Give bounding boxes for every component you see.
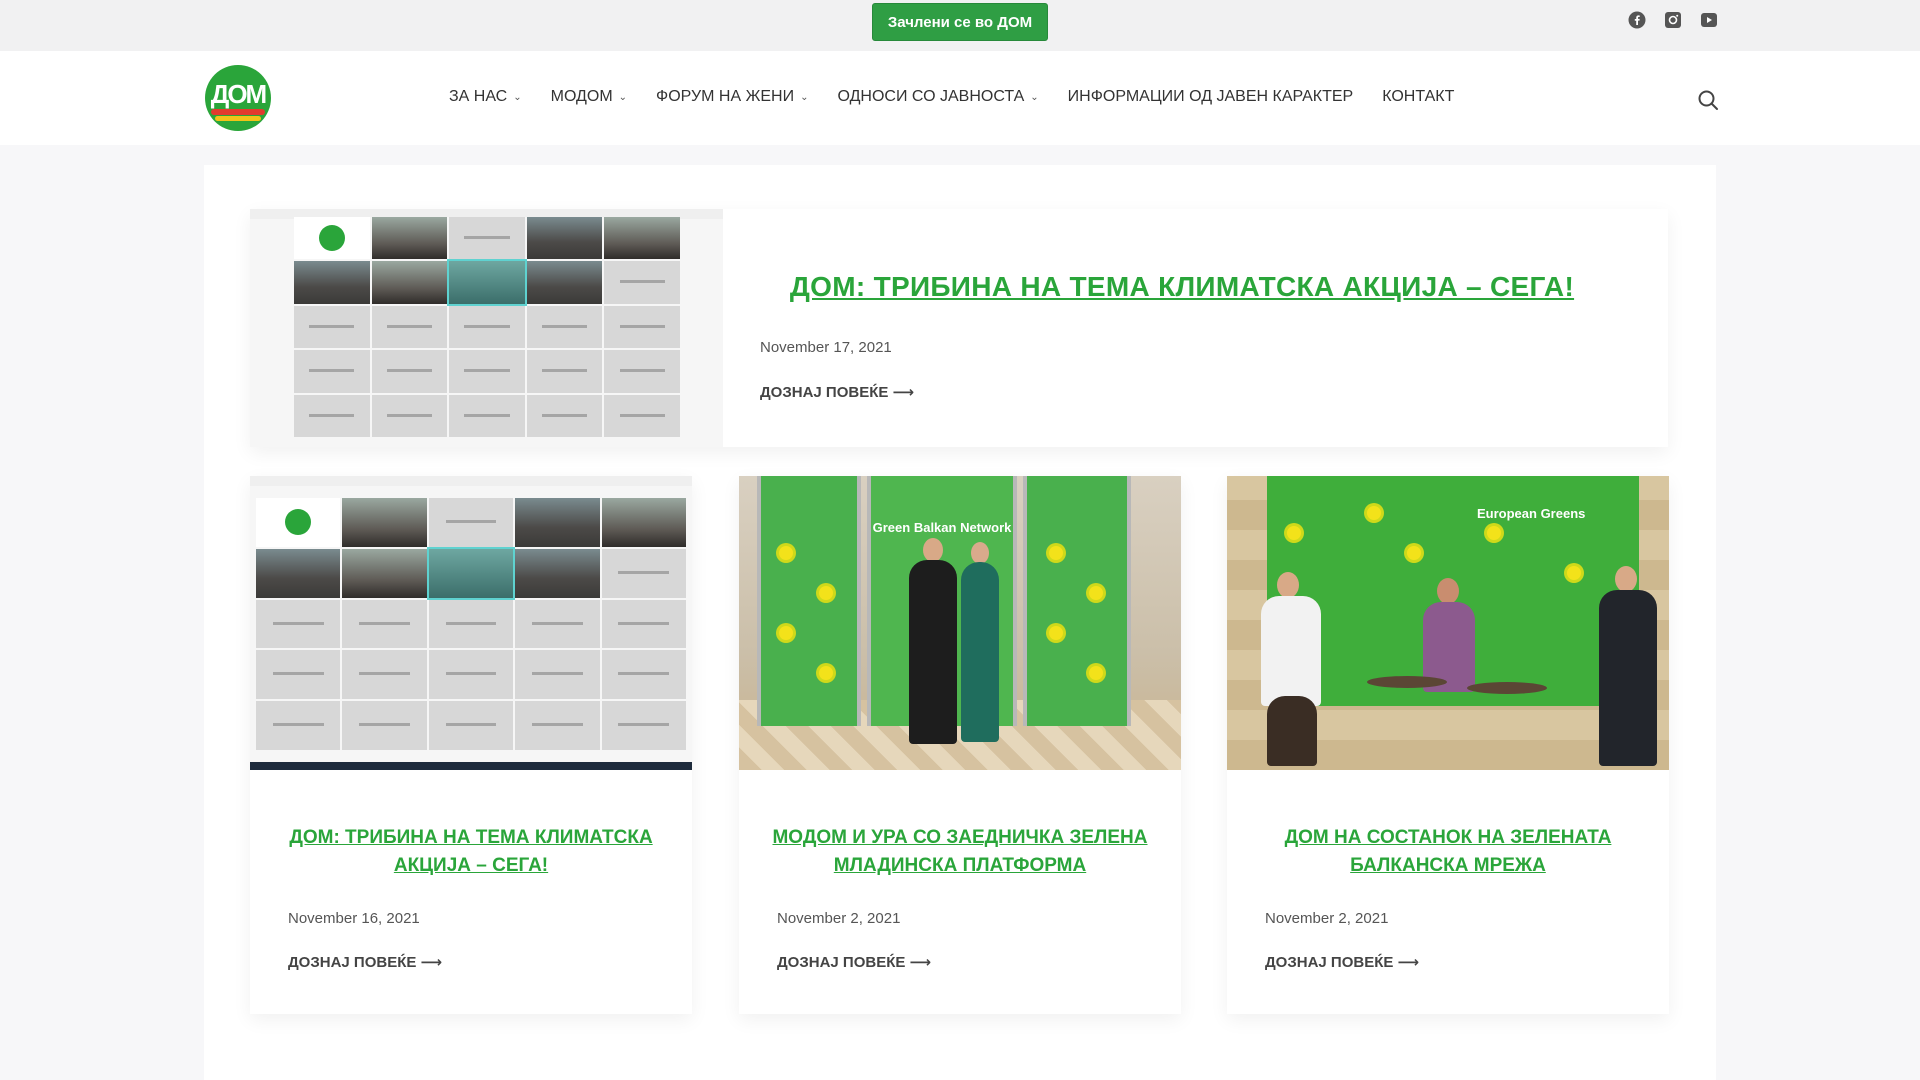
post-date: November 16, 2021 <box>288 910 420 927</box>
nav-item-label: ЗА НАС <box>449 88 508 105</box>
top-bar: Зачлени се во ДОМ <box>0 0 1920 51</box>
logo-red-stripe <box>211 109 265 115</box>
featured-post-image[interactable] <box>250 209 723 447</box>
post-card: European Greens ДОМ НА СОСТАНОК НА ЗЕЛЕН… <box>1227 476 1669 1014</box>
nav-item-label: КОНТАКТ <box>1382 88 1455 105</box>
read-more-link[interactable]: ДОЗНАЈ ПОВЕЌЕ ⟶ <box>1265 953 1419 971</box>
post-date: November 2, 2021 <box>777 910 901 927</box>
post-title[interactable]: ДОМ: ТРИБИНА НА ТЕМА КЛИМАТСКА АКЦИЈА – … <box>270 824 672 880</box>
social-links <box>1627 10 1719 30</box>
join-button[interactable]: Зачлени се во ДОМ <box>872 3 1048 41</box>
youtube-icon[interactable] <box>1699 10 1719 30</box>
nav-item-modom[interactable]: МОДОМ ⌄ <box>551 88 627 106</box>
chevron-down-icon: ⌄ <box>513 91 522 103</box>
zoom-meeting-screenshot <box>250 476 692 770</box>
photo-green-balkan-network: Green Balkan Network <box>739 476 1181 770</box>
read-more-link[interactable]: ДОЗНАЈ ПОВЕЌЕ ⟶ <box>288 953 442 971</box>
nav-item-public-info[interactable]: ИНФОРМАЦИИ ОД ЈАВЕН КАРАКТЕР <box>1068 88 1354 106</box>
chevron-down-icon: ⌄ <box>618 91 628 103</box>
search-icon[interactable] <box>1697 89 1719 111</box>
logo-yellow-stripe <box>215 116 261 121</box>
banner-text: Green Balkan Network <box>872 520 1012 535</box>
facebook-icon[interactable] <box>1627 10 1647 30</box>
logo-text: ДОМ <box>210 79 267 109</box>
post-card: Green Balkan Network МОДОМ И УРА СО ЗАЕД… <box>739 476 1181 1014</box>
featured-post-date: November 17, 2021 <box>760 339 892 356</box>
site-header: ДОМ ЗА НАС ⌄ МОДОМ ⌄ ФОРУМ НА ЖЕНИ ⌄ ОДН… <box>0 51 1920 145</box>
post-image[interactable]: Green Balkan Network <box>739 476 1181 770</box>
nav-item-about[interactable]: ЗА НАС ⌄ <box>449 88 522 106</box>
nav-item-label: ФОРУМ НА ЖЕНИ <box>656 88 795 105</box>
featured-post-title[interactable]: ДОМ: ТРИБИНА НА ТЕМА КЛИМАТСКА АКЦИЈА – … <box>762 271 1602 303</box>
post-date: November 2, 2021 <box>1265 910 1389 927</box>
zoom-meeting-screenshot <box>250 209 723 447</box>
chevron-down-icon: ⌄ <box>800 91 809 103</box>
nav-item-public-relations[interactable]: ОДНОСИ СО ЈАВНОСТА ⌄ <box>837 88 1038 106</box>
read-more-link[interactable]: ДОЗНАЈ ПОВЕЌЕ ⟶ <box>777 953 931 971</box>
featured-read-more-link[interactable]: ДОЗНАЈ ПОВЕЌЕ ⟶ <box>760 383 914 401</box>
nav-item-label: МОДОМ <box>550 88 613 105</box>
post-title[interactable]: ДОМ НА СОСТАНОК НА ЗЕЛЕНАТА БАЛКАНСКА МР… <box>1247 824 1649 880</box>
post-title[interactable]: МОДОМ И УРА СО ЗАЕДНИЧКА ЗЕЛЕНА МЛАДИНСК… <box>759 824 1161 880</box>
nav-item-label: ИНФОРМАЦИИ ОД ЈАВЕН КАРАКТЕР <box>1067 88 1354 105</box>
nav-item-contact[interactable]: КОНТАКТ <box>1382 88 1454 106</box>
nav-item-women-forum[interactable]: ФОРУМ НА ЖЕНИ ⌄ <box>656 88 808 106</box>
taskbar <box>250 762 692 770</box>
banner-text: European Greens <box>1477 506 1586 521</box>
chevron-down-icon: ⌄ <box>1030 91 1039 103</box>
site-logo[interactable]: ДОМ <box>205 65 271 131</box>
instagram-icon[interactable] <box>1663 10 1683 30</box>
post-image[interactable] <box>250 476 692 770</box>
featured-post: ДОМ: ТРИБИНА НА ТЕМА КЛИМАТСКА АКЦИЈА – … <box>250 209 1668 447</box>
post-card: ДОМ: ТРИБИНА НА ТЕМА КЛИМАТСКА АКЦИЈА – … <box>250 476 692 1014</box>
post-image[interactable]: European Greens <box>1227 476 1669 770</box>
nav-item-label: ОДНОСИ СО ЈАВНОСТА <box>837 88 1025 105</box>
main-nav: ЗА НАС ⌄ МОДОМ ⌄ ФОРУМ НА ЖЕНИ ⌄ ОДНОСИ … <box>449 88 1483 106</box>
